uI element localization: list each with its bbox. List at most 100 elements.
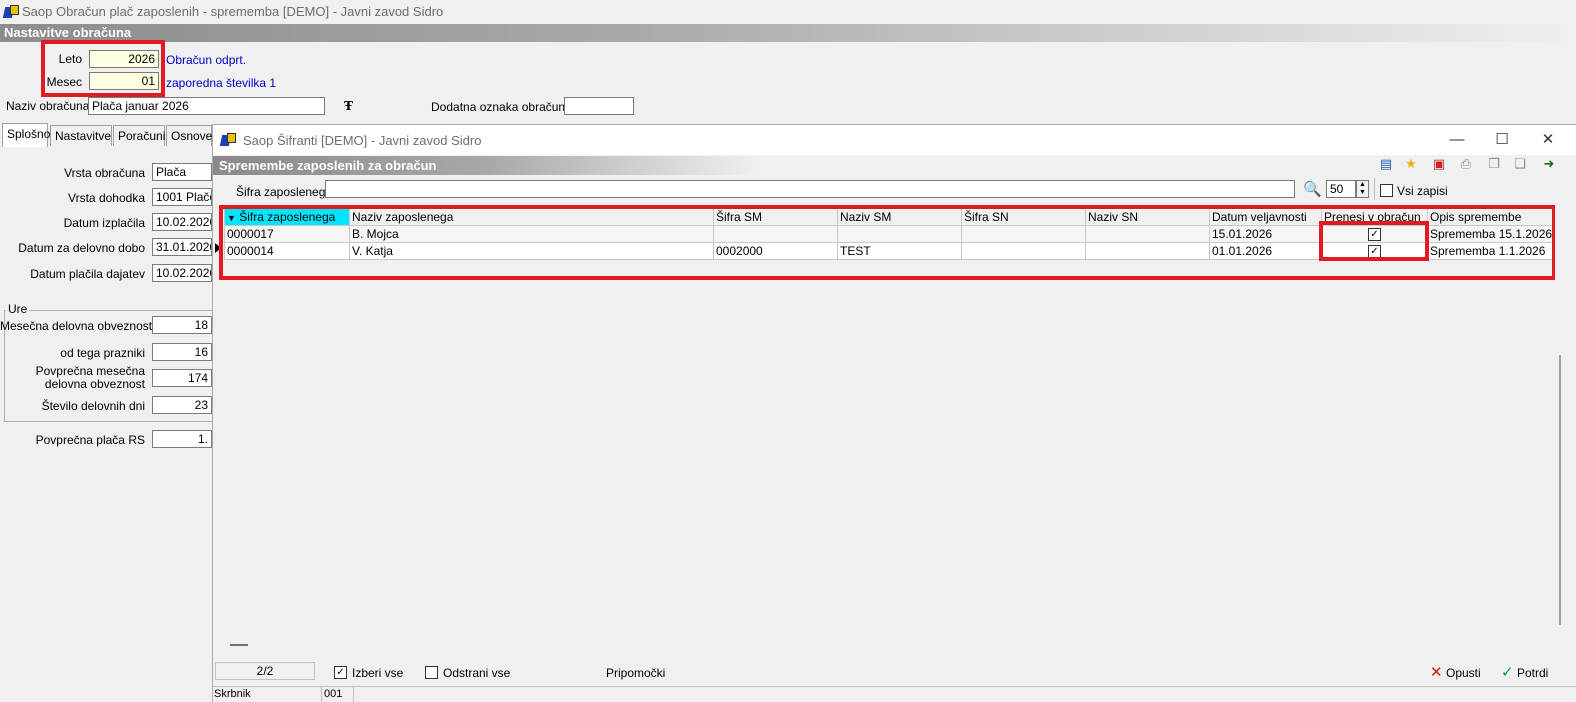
employee-code-search-input[interactable] xyxy=(325,180,1295,198)
favorite-star-icon[interactable]: ★ xyxy=(1403,156,1419,172)
extra-mark-field[interactable] xyxy=(564,97,634,115)
deselect-all-checkbox[interactable] xyxy=(425,666,438,679)
changes-table: ▼ Šifra zaposlenega Naziv zaposlenega Ši… xyxy=(224,208,1553,260)
deselect-all-label[interactable]: Odstrani vse xyxy=(443,666,510,680)
minimize-button[interactable]: — xyxy=(1442,129,1472,151)
exit-icon[interactable]: ➜ xyxy=(1541,156,1557,172)
cell-name[interactable]: B. Mojca xyxy=(349,225,714,243)
tab-osnove[interactable]: Osnove xyxy=(166,125,212,146)
col-transfer[interactable]: Prenesi v obračun xyxy=(1321,208,1428,226)
avg-salary-rs-field[interactable]: 1. xyxy=(152,430,212,448)
table-row[interactable]: 0000014 V. Katja 0002000 TEST 01.01.2026… xyxy=(224,242,1553,260)
cell-sn-name[interactable] xyxy=(1085,225,1210,243)
avg-obligation-label: Povprečna mesečna delovna obveznost xyxy=(35,364,145,391)
cell-date[interactable]: 01.01.2026 xyxy=(1209,242,1322,260)
month-label: Mesec xyxy=(46,75,82,89)
cancel-icon[interactable]: ✕ xyxy=(1430,663,1443,681)
avg-salary-rs-label: Povprečna plača RS xyxy=(35,433,145,447)
status-separator xyxy=(321,687,322,702)
changes-band: Spremembe zaposlenih za obračun xyxy=(213,156,1576,175)
monthly-obligation-field[interactable]: 18 xyxy=(152,316,212,334)
col-sn-name[interactable]: Naziv SN xyxy=(1085,208,1210,226)
paste-icon[interactable]: ❏ xyxy=(1512,156,1528,172)
col-employee-code[interactable]: ▼ Šifra zaposlenega xyxy=(224,208,350,226)
cell-sn-code[interactable] xyxy=(961,242,1086,260)
confirm-icon[interactable]: ✓ xyxy=(1501,663,1514,681)
page-size-field[interactable]: 50 xyxy=(1326,180,1356,198)
col-sn-code[interactable]: Šifra SN xyxy=(961,208,1086,226)
codebook-titlebar: Saop Šifranti [DEMO] - Javni zavod Sidro… xyxy=(213,125,1576,155)
owner-label: Skrbnik xyxy=(214,688,251,700)
toolbar-separator xyxy=(1374,178,1375,200)
all-records-checkbox[interactable] xyxy=(1380,184,1393,197)
changes-band-title: Spremembe zaposlenih za obračun xyxy=(219,158,437,173)
work-days-label: Število delovnih dni xyxy=(41,399,145,413)
cell-code[interactable]: 0000017 xyxy=(224,225,350,243)
cancel-button[interactable]: Opusti xyxy=(1446,666,1481,680)
cell-sm-code[interactable]: 0002000 xyxy=(713,242,838,260)
work-days-field[interactable]: 23 xyxy=(152,396,212,414)
table-row[interactable]: 0000017 B. Mojca 15.01.2026 ✓ Sprememba … xyxy=(224,225,1553,243)
calc-name-field[interactable]: Plača januar 2026 xyxy=(88,97,325,115)
copy-icon[interactable]: ❐ xyxy=(1486,156,1502,172)
dialog-bottom-bar: 2/2 ✓ Izberi vse Odstrani vse Pripomočki… xyxy=(213,660,1576,686)
columns-icon[interactable]: ▤ xyxy=(1378,156,1394,172)
select-all-label[interactable]: Izberi vse xyxy=(352,666,403,680)
cell-desc[interactable]: Sprememba 1.1.2026 xyxy=(1427,242,1553,260)
cell-sn-name[interactable] xyxy=(1085,242,1210,260)
status-separator xyxy=(353,687,354,702)
col-change-desc[interactable]: Opis spremembe xyxy=(1427,208,1553,226)
export-icon[interactable]: ▣ xyxy=(1431,156,1447,172)
work-date-field[interactable]: 31.01.2026 xyxy=(152,238,212,256)
vertical-scrollbar[interactable] xyxy=(1555,205,1567,635)
cell-sm-name[interactable]: TEST xyxy=(837,242,962,260)
hours-group-label: Ure xyxy=(6,302,30,316)
close-button[interactable]: ✕ xyxy=(1533,129,1563,151)
tab-nastavitve[interactable]: Nastavitve xyxy=(50,125,112,146)
tab-poracuni[interactable]: Poračuni xyxy=(113,125,165,146)
confirm-button[interactable]: Potrdi xyxy=(1517,666,1548,680)
transfer-checkbox[interactable]: ✓ xyxy=(1368,228,1381,242)
year-field[interactable]: 2026 xyxy=(89,50,159,68)
scrollbar-thumb[interactable] xyxy=(1559,355,1561,625)
month-field[interactable]: 01 xyxy=(89,72,159,90)
monthly-obligation-label: Mesečna delovna obveznost xyxy=(0,319,153,333)
codebook-title: Saop Šifranti [DEMO] - Javni zavod Sidro xyxy=(243,133,482,148)
cell-name[interactable]: V. Katja xyxy=(349,242,714,260)
cell-sn-code[interactable] xyxy=(961,225,1086,243)
settings-band-title: Nastavitve obračuna xyxy=(4,25,132,40)
avg-obligation-field[interactable]: 174 xyxy=(152,369,212,387)
tax-date-field[interactable]: 10.02.2026 xyxy=(152,264,212,282)
splitter-handle[interactable] xyxy=(230,644,248,646)
settings-band: Nastavitve obračuna xyxy=(0,24,1576,42)
maximize-button[interactable]: ☐ xyxy=(1487,129,1517,151)
calc-type-field[interactable]: Plača xyxy=(152,163,212,181)
col-valid-date[interactable]: Datum veljavnosti xyxy=(1209,208,1322,226)
cell-code[interactable]: 0000014 xyxy=(224,242,350,260)
income-type-label: Vrsta dohodka xyxy=(68,191,145,205)
print-icon[interactable]: ⎙ xyxy=(1458,156,1474,172)
col-sm-name[interactable]: Naziv SM xyxy=(837,208,962,226)
page-size-spinner[interactable]: ▲ ▼ xyxy=(1356,180,1369,198)
transfer-checkbox[interactable]: ✓ xyxy=(1368,245,1381,259)
tab-splosno[interactable]: Splošno xyxy=(2,123,50,147)
year-label: Leto xyxy=(58,52,82,66)
cell-desc[interactable]: Sprememba 15.1.2026 xyxy=(1427,225,1553,243)
search-icon[interactable]: 🔍 xyxy=(1303,180,1322,198)
pay-date-field[interactable]: 10.02.2026 xyxy=(152,213,212,231)
cell-sm-name[interactable] xyxy=(837,225,962,243)
holidays-field[interactable]: 16 xyxy=(152,343,212,361)
tax-date-label: Datum plačila dajatev xyxy=(30,267,145,281)
current-row-indicator xyxy=(215,243,221,253)
cell-date[interactable]: 15.01.2026 xyxy=(1209,225,1322,243)
text-format-icon[interactable]: Ŧ xyxy=(344,99,353,113)
cell-transfer[interactable]: ✓ xyxy=(1321,242,1428,260)
select-all-checkbox[interactable]: ✓ xyxy=(334,666,347,679)
cell-sm-code[interactable] xyxy=(713,225,838,243)
app-titlebar: Saop Obračun plač zaposlenih - sprememba… xyxy=(0,0,1576,24)
income-type-field[interactable]: 1001 Plače xyxy=(152,188,212,206)
cell-transfer[interactable]: ✓ xyxy=(1321,225,1428,243)
tools-menu[interactable]: Pripomočki xyxy=(606,666,665,680)
col-employee-name[interactable]: Naziv zaposlenega xyxy=(349,208,714,226)
col-sm-code[interactable]: Šifra SM xyxy=(713,208,838,226)
